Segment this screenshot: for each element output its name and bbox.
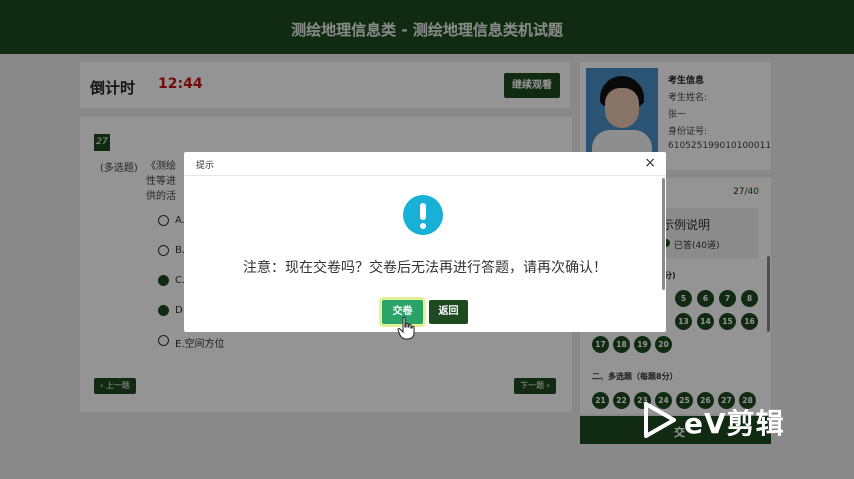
exclamation-circle-icon: [403, 195, 443, 235]
close-icon[interactable]: ×: [644, 155, 656, 171]
watermark-text: eV剪辑: [684, 407, 785, 440]
dialog-header: 提示 ×: [184, 152, 666, 176]
confirm-dialog: 提示 × 注意：现在交卷吗？交卷后无法再进行答题，请再次确认！ 交卷 返回: [184, 152, 666, 332]
hand-pointer-icon: [397, 316, 415, 340]
dialog-scrollbar[interactable]: [662, 178, 665, 290]
play-logo-icon: [644, 402, 676, 438]
dialog-message: 注意：现在交卷吗？交卷后无法再进行答题，请再次确认！: [243, 260, 607, 276]
back-button[interactable]: 返回: [429, 300, 468, 324]
dialog-title: 提示: [196, 161, 215, 171]
video-watermark: eV剪辑: [640, 400, 810, 440]
